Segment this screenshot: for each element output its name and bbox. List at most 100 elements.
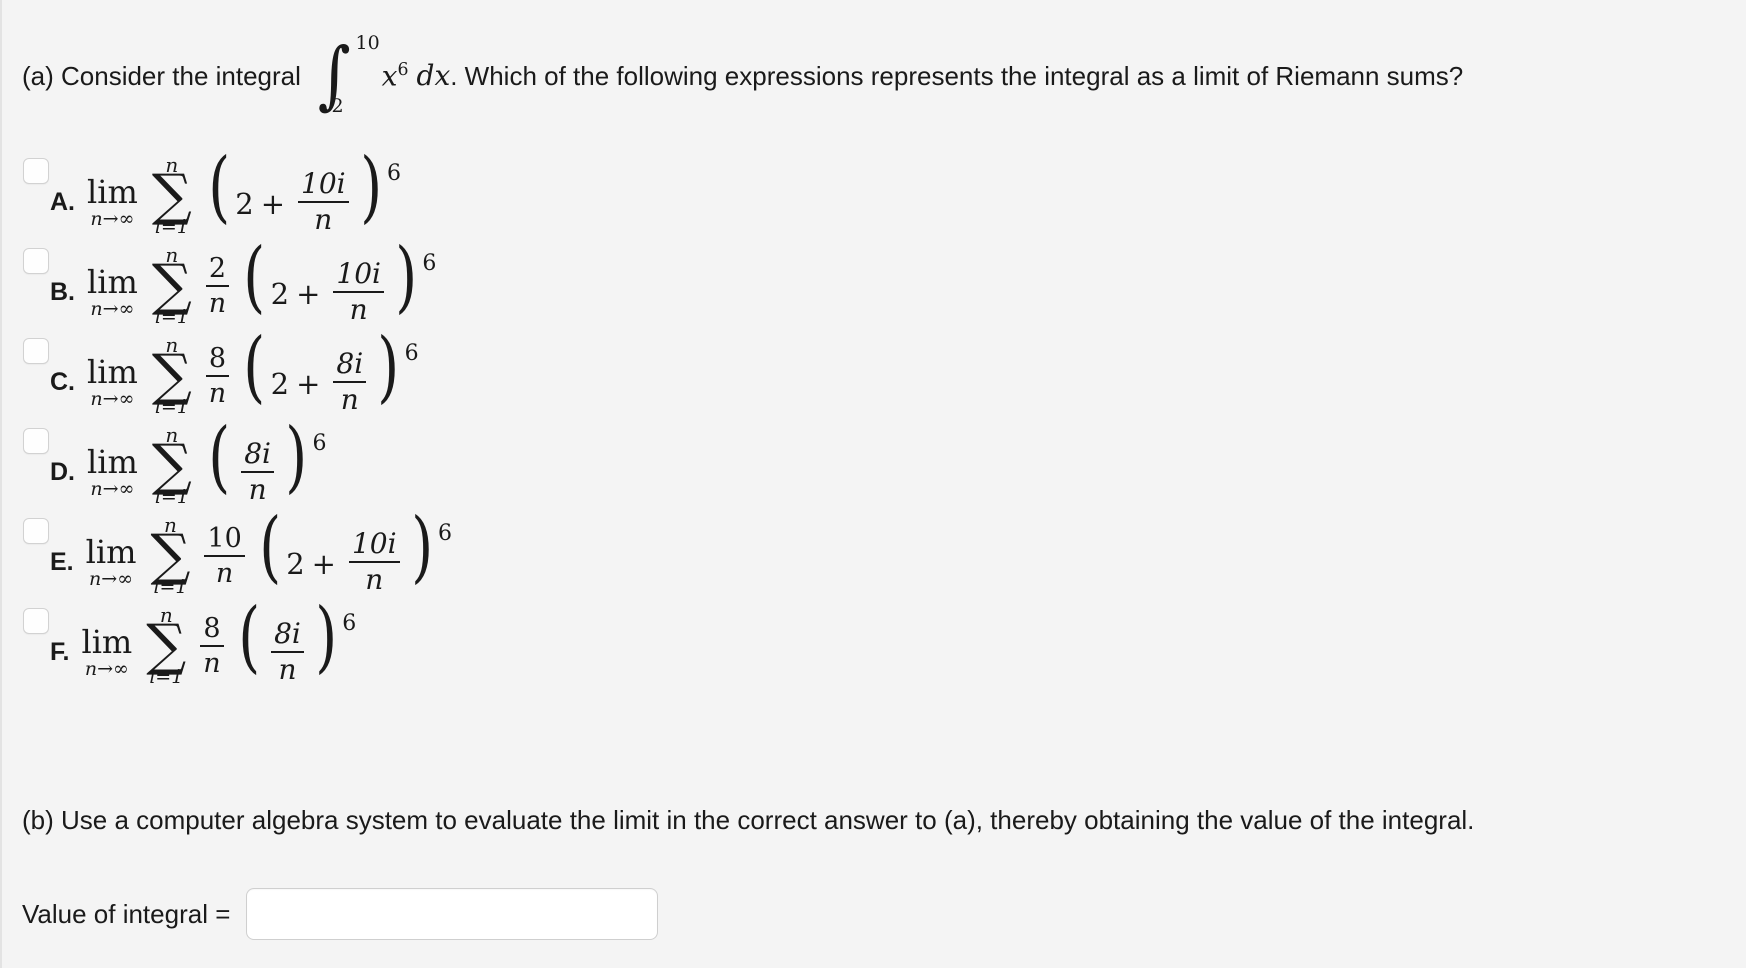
sigma-icon-f: ∑	[146, 613, 187, 679]
options-list: A. lim n→∞ n ∑ i=1 ( 2 + 10i n) 6 B. li…	[2, 148, 1746, 690]
option-row-f[interactable]: F. lim n→∞ n ∑ i=1 8 n (8i n) 6	[2, 598, 1746, 690]
lim-text-e: lim	[85, 533, 137, 572]
checkbox-option-e[interactable]	[23, 518, 49, 544]
summation-c: n ∑ i=1	[152, 335, 192, 417]
inner-fraction-denominator-d: n	[248, 473, 267, 506]
inner-term-c: 2	[270, 367, 290, 401]
answer-label: Value of integral =	[22, 898, 231, 929]
inner-term-b: 2	[270, 277, 290, 311]
coefficient-denominator-c: n	[208, 378, 227, 409]
part-b-question: (b) Use a computer algebra system to eva…	[22, 805, 1475, 835]
option-letter-d: D.	[50, 457, 75, 486]
paren-close-f: )	[315, 591, 338, 682]
summation-a: n ∑ i=1	[152, 155, 192, 237]
checkbox-option-b[interactable]	[23, 248, 49, 274]
option-letter-a: A.	[50, 187, 75, 216]
inner-operator-c: +	[296, 367, 321, 401]
paren-open-f: (	[237, 591, 260, 682]
option-letter-f: F.	[50, 637, 70, 666]
lim-subscript-a: n→∞	[90, 208, 135, 231]
inner-fraction-denominator-b: n	[349, 293, 368, 326]
option-row-b[interactable]: B. lim n→∞ n ∑ i=1 2 n (2 + 10i n) 6	[2, 238, 1746, 330]
option-row-d[interactable]: D. lim n→∞ n ∑ i=1 ( 8i n) 6	[2, 418, 1746, 510]
limit-operator-a: lim n→∞	[87, 176, 138, 232]
sum-lower-e: i=1	[153, 575, 188, 598]
option-letter-b: B.	[50, 277, 75, 306]
inner-fraction-numerator-a: 10i	[301, 166, 346, 200]
limit-operator-f: lim n→∞	[81, 626, 132, 682]
inner-fraction-denominator-a: n	[314, 203, 333, 236]
exponent-f: 6	[342, 610, 357, 636]
lim-text-b: lim	[87, 263, 138, 302]
integral-lower-limit: 2	[331, 95, 344, 117]
paren-close-b: )	[395, 231, 418, 322]
coefficient-fraction-bar-f	[200, 645, 224, 647]
limit-operator-d: lim n→∞	[87, 446, 138, 502]
paren-open-e: (	[259, 501, 281, 592]
paren-open-a: (	[208, 141, 230, 232]
coefficient-fraction-bar-c	[205, 375, 230, 377]
summation-f: n ∑ i=1	[146, 605, 186, 687]
checkbox-option-d[interactable]	[23, 428, 49, 454]
inner-operator-a: +	[260, 187, 285, 221]
integrand-exponent: 6	[397, 59, 409, 80]
sum-lower-b: i=1	[154, 305, 189, 328]
integrand-base: x	[381, 59, 398, 93]
coefficient-fraction-bar-b	[205, 285, 230, 287]
lim-text-a: lim	[87, 173, 138, 212]
checkbox-option-c[interactable]	[23, 338, 49, 364]
checkbox-option-a[interactable]	[23, 158, 49, 184]
paren-close-a: )	[359, 141, 382, 232]
inner-fraction-f: 8i n	[271, 616, 304, 685]
inner-fraction-numerator-f: 8i	[274, 616, 301, 650]
inner-operator-e: +	[311, 547, 336, 581]
option-row-c[interactable]: C. lim n→∞ n ∑ i=1 8 n (2 + 8i n) 6	[2, 328, 1746, 420]
inner-fraction-numerator-c: 8i	[336, 346, 364, 380]
option-row-e[interactable]: E. lim n→∞ n ∑ i=1 10 n (2 + 10i n) 6	[2, 508, 1746, 600]
part-a-prefix: (a) Consider the integral	[22, 61, 301, 91]
value-of-integral-input[interactable]	[246, 888, 659, 940]
sigma-icon-c: ∑	[151, 343, 192, 409]
inner-fraction-a: 10i n	[298, 166, 349, 236]
limit-operator-e: lim n→∞	[86, 536, 137, 592]
lim-subscript-d: n→∞	[90, 478, 135, 501]
parenthesized-expression-c: ( 2 + 8i n ) 6	[239, 328, 418, 415]
coefficient-fraction-f: 8 n	[200, 614, 224, 679]
coefficient-fraction-bar-e	[204, 555, 245, 557]
inner-fraction-numerator-d: 8i	[244, 436, 272, 470]
coefficient-numerator-e: 10	[207, 522, 242, 554]
part-a-suffix: . Which of the following expressions rep…	[450, 61, 1464, 91]
inner-fraction-b: 10i n	[333, 256, 384, 326]
inner-fraction-denominator-c: n	[340, 383, 359, 416]
paren-open-b: (	[243, 231, 266, 322]
worksheet-page: (a) Consider the integral ∫ 10 2 x6 dx . …	[0, 0, 1746, 968]
parenthesized-expression-f: ( 8i n ) 6	[234, 598, 357, 685]
sum-lower-a: i=1	[154, 215, 189, 238]
inner-operator-b: +	[296, 277, 321, 311]
differential: dx	[416, 59, 451, 93]
option-row-a[interactable]: A. lim n→∞ n ∑ i=1 ( 2 + 10i n) 6	[2, 148, 1746, 240]
checkbox-option-f[interactable]	[23, 608, 49, 634]
sigma-icon-a: ∑	[151, 163, 192, 229]
parenthesized-expression-d: ( 8i n ) 6	[204, 418, 326, 505]
inner-fraction-numerator-b: 10i	[336, 256, 381, 290]
inner-fraction-e: 10i n	[348, 528, 400, 595]
parenthesized-expression-b: ( 2 + 10i n ) 6	[239, 238, 437, 325]
paren-close-d: )	[285, 411, 308, 502]
limit-operator-b: lim n→∞	[87, 266, 138, 322]
answer-row: Value of integral =	[22, 888, 659, 940]
parenthesized-expression-e: ( 2 + 10i n ) 6	[255, 508, 452, 595]
sigma-icon-d: ∑	[151, 433, 192, 499]
coefficient-fraction-b: 2 n	[205, 252, 230, 318]
inner-fraction-d: 8i n	[241, 436, 275, 506]
sigma-icon-e: ∑	[150, 523, 191, 589]
coefficient-denominator-e: n	[215, 558, 234, 589]
coefficient-numerator-c: 8	[208, 342, 227, 374]
parenthesized-expression-a: ( 2 + 10i n ) 6	[204, 148, 401, 235]
sigma-icon-b: ∑	[151, 253, 192, 319]
exponent-b: 6	[422, 250, 437, 276]
summation-e: n ∑ i=1	[150, 515, 190, 597]
inner-fraction-c: 8i n	[333, 346, 367, 416]
coefficient-numerator-b: 2	[208, 252, 227, 284]
coefficient-denominator-f: n	[203, 648, 221, 679]
